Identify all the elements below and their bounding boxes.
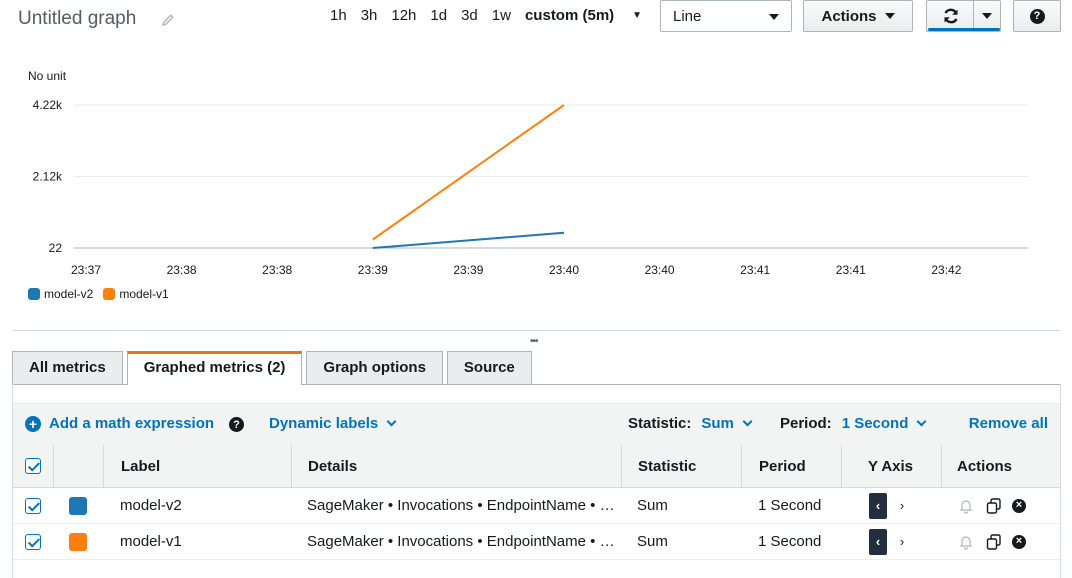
metric-details-cell: SageMaker • Invocations • EndpointName •…: [291, 488, 621, 523]
statistic-dropdown[interactable]: Sum: [701, 415, 734, 432]
metric-details: SageMaker • Invocations • EndpointName •…: [307, 497, 621, 514]
panel-border-right: [1060, 384, 1061, 578]
column-header-statistic[interactable]: Statistic: [621, 445, 741, 487]
color-swatch[interactable]: [69, 532, 87, 551]
plus-circle-icon: +: [25, 415, 41, 432]
statistic-label: Statistic:: [628, 415, 692, 432]
metric-details-cell: SageMaker • Invocations • EndpointName •…: [291, 524, 621, 559]
metric-statistic[interactable]: Sum: [621, 524, 741, 559]
remove-all-button[interactable]: Remove all: [969, 415, 1048, 432]
tab-graph-options[interactable]: Graph options: [306, 351, 443, 384]
statistic-selector: Statistic: Sum: [628, 415, 753, 432]
add-math-label: Add a math expression: [49, 415, 215, 432]
column-header-label[interactable]: Label: [103, 445, 291, 487]
y-axis-toggle: ‹ ›: [841, 488, 941, 523]
select-all-checkbox[interactable]: [25, 458, 41, 474]
row-select-cell: [13, 524, 53, 559]
metric-period[interactable]: 1 Second: [741, 488, 841, 523]
x-tick-label: 23:40: [645, 263, 675, 277]
series-line-model-v2[interactable]: [372, 231, 565, 249]
y-axis-right-button[interactable]: ›: [893, 493, 911, 519]
period-dropdown[interactable]: 1 Second: [842, 415, 909, 432]
x-tick-label: 23:39: [358, 263, 388, 277]
tab-all-metrics[interactable]: All metrics: [12, 351, 123, 384]
y-axis-right-button[interactable]: ›: [893, 529, 911, 555]
add-math-expression-button[interactable]: + Add a math expression: [25, 415, 214, 432]
metric-period[interactable]: 1 Second: [741, 524, 841, 559]
duplicate-icon[interactable]: [984, 532, 1004, 552]
column-header-period[interactable]: Period: [741, 445, 841, 487]
color-cell: [53, 524, 103, 559]
color-swatch[interactable]: [69, 496, 87, 515]
dynamic-labels-label: Dynamic labels: [269, 415, 379, 432]
graphed-metrics-toolbar: + Add a math expression ? Dynamic labels…: [13, 403, 1060, 445]
y-axis-left-button[interactable]: ‹: [869, 528, 887, 555]
bell-icon[interactable]: [956, 532, 976, 552]
bell-icon[interactable]: [956, 496, 976, 516]
series-line-model-v1[interactable]: [372, 104, 565, 241]
chevron-down-icon: [386, 416, 397, 427]
row-actions: ×: [941, 488, 1060, 523]
legend-item-model-v2[interactable]: model-v2: [28, 287, 93, 301]
metric-label[interactable]: model-v1: [103, 524, 291, 559]
row-actions: ×: [941, 524, 1060, 559]
metrics-table: Label Details Statistic Period Y Axis Ac…: [13, 445, 1060, 560]
row-checkbox[interactable]: [25, 533, 41, 550]
row-select-cell: [13, 488, 53, 523]
y-axis-left-button[interactable]: ‹: [869, 492, 887, 519]
resize-grip-icon[interactable]: •••: [530, 336, 538, 347]
legend-swatch: [28, 288, 40, 300]
y-tick-label: 4.22k: [33, 98, 63, 112]
x-tick-label: 23:41: [740, 263, 770, 277]
select-all-cell: [13, 445, 53, 487]
table-header-row: Label Details Statistic Period Y Axis Ac…: [13, 445, 1060, 488]
legend-swatch: [103, 288, 116, 300]
legend-label: model-v1: [119, 287, 169, 301]
y-axis-toggle: ‹ ›: [841, 524, 941, 559]
table-row: model-v1 SageMaker • Invocations • Endpo…: [13, 524, 1060, 560]
tab-graphed-metrics[interactable]: Graphed metrics (2): [126, 351, 303, 385]
chevron-down-icon: [916, 416, 927, 427]
x-tick-label: 23:38: [262, 263, 292, 277]
x-tick-label: 23:40: [549, 263, 579, 277]
period-selector: Period: 1 Second: [780, 415, 927, 432]
tab-source[interactable]: Source: [446, 351, 532, 384]
duplicate-icon[interactable]: [984, 496, 1004, 516]
remove-metric-icon[interactable]: ×: [1012, 498, 1026, 513]
color-cell: [53, 488, 103, 523]
y-tick-label: 2.12k: [33, 170, 63, 184]
period-label: Period:: [780, 415, 832, 432]
panel-divider: [12, 330, 1061, 331]
legend-item-model-v1[interactable]: model-v1: [103, 287, 169, 301]
line-chart: 22 2.12k 4.22k 23:37 23:38 23:38 23:39 23:39 23:…: [33, 98, 1028, 277]
column-header-y-axis[interactable]: Y Axis: [841, 445, 941, 487]
table-row: model-v2 SageMaker • Invocations • Endpo…: [13, 488, 1060, 524]
x-tick-label: 23:38: [167, 263, 197, 277]
x-tick-label: 23:41: [836, 263, 866, 277]
color-header: [53, 445, 103, 487]
row-checkbox[interactable]: [25, 497, 41, 514]
metric-details: SageMaker • Invocations • EndpointName •…: [307, 533, 621, 550]
metric-label[interactable]: model-v2: [103, 488, 291, 523]
metric-statistic[interactable]: Sum: [621, 488, 741, 523]
chart-legend: model-v2 model-v1: [28, 287, 179, 301]
metrics-tabs: All metrics Graphed metrics (2) Graph op…: [12, 351, 536, 385]
help-icon[interactable]: ?: [229, 417, 244, 432]
y-tick-label: 22: [49, 241, 63, 255]
legend-label: model-v2: [44, 287, 94, 301]
column-header-actions: Actions: [941, 445, 1060, 487]
chevron-down-icon: [742, 416, 753, 427]
x-tick-label: 23:39: [453, 263, 483, 277]
column-header-details[interactable]: Details: [291, 445, 621, 487]
x-tick-label: 23:37: [71, 263, 101, 277]
dynamic-labels-dropdown[interactable]: Dynamic labels: [269, 415, 397, 432]
remove-metric-icon[interactable]: ×: [1012, 534, 1026, 549]
x-tick-label: 23:42: [931, 263, 961, 277]
